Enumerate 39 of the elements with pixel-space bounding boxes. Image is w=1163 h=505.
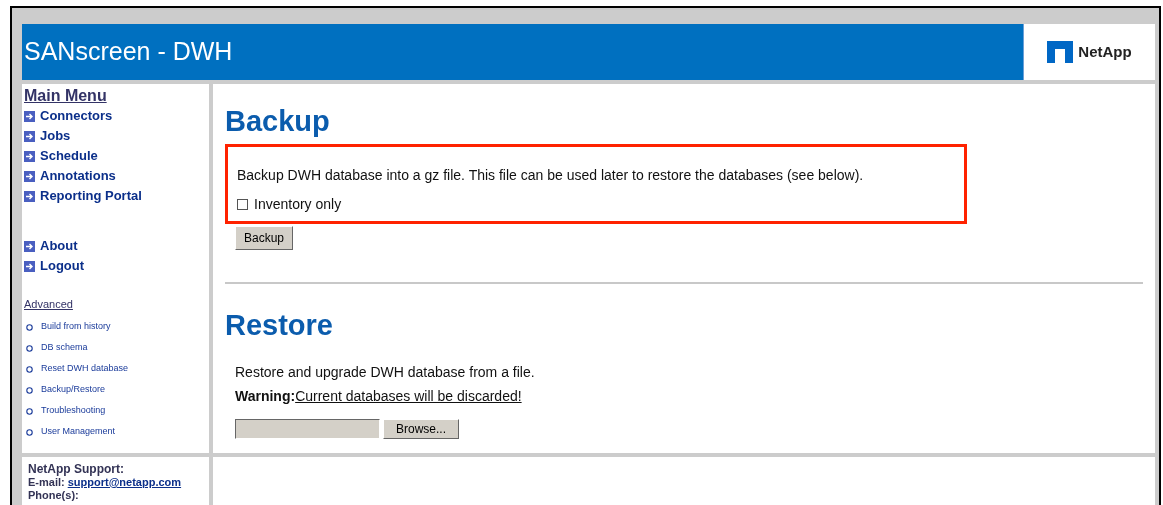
phone-label: Phone(s):	[28, 488, 80, 502]
circle-bullet-icon	[26, 323, 33, 331]
backup-button[interactable]: Backup	[235, 226, 294, 251]
menu-link[interactable]: About	[40, 236, 78, 256]
circle-bullet-icon	[26, 428, 33, 436]
advanced-link[interactable]: Troubleshooting	[41, 404, 106, 418]
main-menu-title: Main Menu	[24, 86, 108, 107]
advanced-link[interactable]: Reset DWH database	[41, 362, 129, 376]
app-title: SANscreen - DWH	[24, 36, 233, 68]
advanced-link[interactable]: DB schema	[41, 341, 88, 355]
section-heading: Restore	[225, 308, 334, 343]
menu-link[interactable]: Schedule	[40, 146, 98, 166]
menu-link[interactable]: Connectors	[40, 106, 113, 126]
logo-icon	[1047, 41, 1074, 64]
email-link[interactable]: support@netapp.com	[67, 475, 182, 489]
circle-bullet-icon	[26, 386, 33, 394]
warning-text: Current databases will be discarded!	[295, 387, 522, 407]
section-heading: Backup	[225, 104, 331, 139]
advanced-link[interactable]: User Management	[41, 425, 116, 439]
restore-description: Restore and upgrade DWH database from a file.	[235, 363, 536, 383]
checkbox-label: Inventory only	[254, 195, 342, 215]
support-title: NetApp Support:	[28, 462, 125, 476]
advanced-link[interactable]: Backup/Restore	[41, 383, 106, 397]
circle-bullet-icon	[26, 407, 33, 415]
logo-text: NetApp	[1078, 41, 1132, 62]
email-label: E-mail:	[28, 475, 65, 489]
circle-bullet-icon	[26, 344, 33, 352]
menu-link[interactable]: Jobs	[40, 126, 71, 146]
menu-link[interactable]: Reporting Portal	[40, 186, 142, 206]
menu-link[interactable]: Logout	[40, 256, 85, 276]
menu-link[interactable]: Annotations	[40, 166, 116, 186]
advanced-title: Advanced	[24, 297, 74, 313]
inventory-checkbox[interactable]	[237, 199, 248, 211]
warning-label: Warning:	[235, 387, 296, 407]
advanced-link[interactable]: Build from history	[41, 320, 111, 334]
browse-button[interactable]: Browse...	[383, 419, 459, 440]
backup-description: Backup DWH database into a gz file. This file can be used later to restore the databases (see below).	[237, 166, 865, 186]
circle-bullet-icon	[26, 365, 33, 373]
file-path-field[interactable]	[235, 419, 380, 440]
